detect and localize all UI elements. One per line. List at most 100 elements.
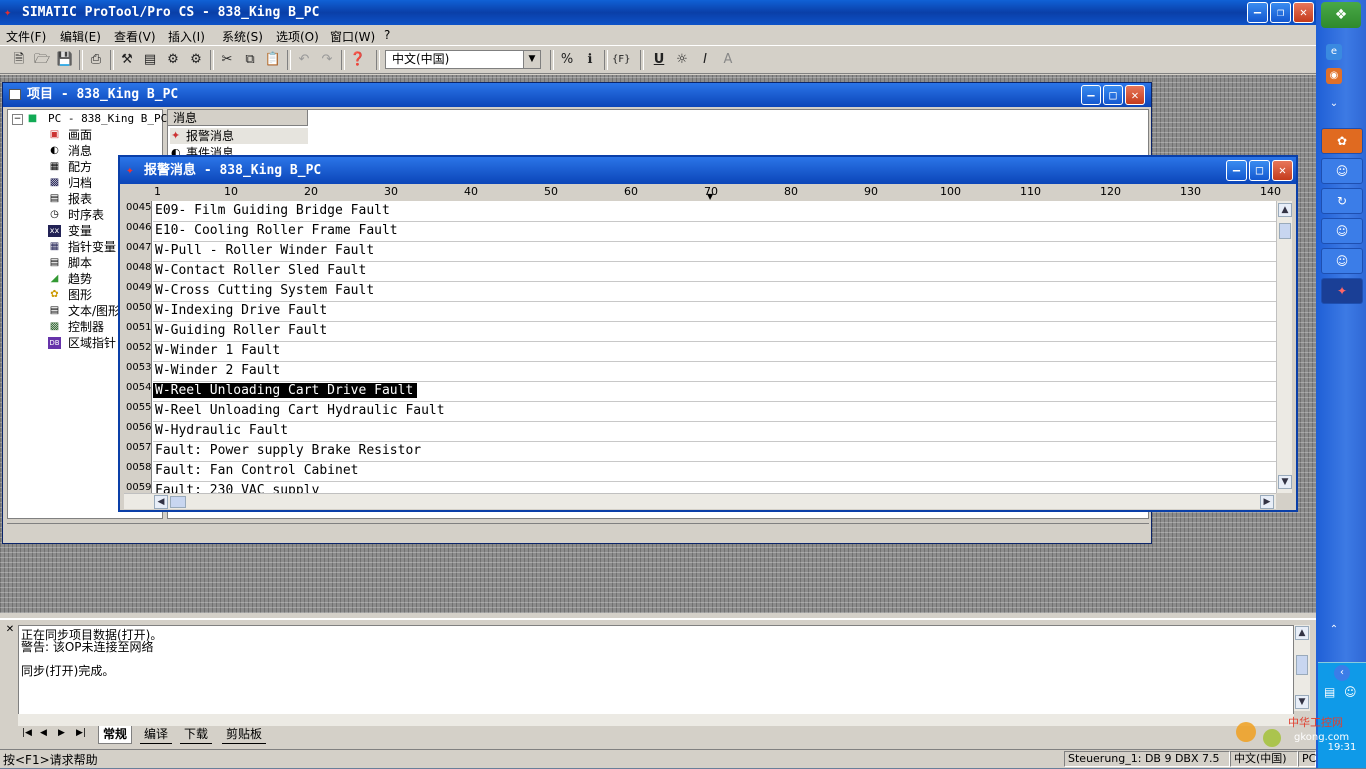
ie-icon[interactable]: e: [1326, 44, 1342, 60]
runtime-icon[interactable]: ⚙: [187, 51, 205, 69]
menu-system[interactable]: 系统(S): [222, 28, 263, 45]
alarm-row[interactable]: W-Indexing Drive Fault: [153, 301, 1276, 322]
task-button-app1[interactable]: ✿: [1321, 128, 1363, 154]
alarm-row[interactable]: Fault: Power supply Brake Resistor: [153, 441, 1276, 462]
language-select[interactable]: 中文(中国) ▼: [385, 50, 541, 69]
print-icon[interactable]: ⎙: [87, 51, 105, 69]
scroll-up-icon[interactable]: ▲: [1278, 203, 1292, 217]
save-icon[interactable]: 💾: [56, 51, 74, 69]
tab-next-icon[interactable]: ▶: [58, 728, 65, 738]
alarm-row[interactable]: W-Winder 1 Fault: [153, 341, 1276, 362]
alarm-vertical-scrollbar[interactable]: ▲ ▼: [1276, 201, 1292, 493]
alarm-horizontal-scrollbar[interactable]: ◀ ▶: [124, 493, 1276, 509]
alarm-row[interactable]: W-Hydraulic Fault: [153, 421, 1276, 442]
tab-prev-icon[interactable]: ◀: [40, 728, 47, 738]
tray-collapse-icon[interactable]: ‹: [1334, 665, 1350, 681]
ruler-tick-label: 120: [1100, 185, 1121, 198]
tab-download[interactable]: 下载: [180, 726, 213, 744]
project-window-title-bar[interactable]: 项目 - 838_King B_PC – □ ✕: [3, 83, 1151, 107]
tab-clipboard[interactable]: 剪贴板: [222, 726, 267, 744]
chevron-down-icon[interactable]: ▼: [523, 51, 540, 68]
menu-view[interactable]: 查看(V): [114, 28, 156, 45]
tab-first-icon[interactable]: |◀: [22, 728, 32, 738]
percent-icon[interactable]: %: [558, 51, 576, 69]
field-icon[interactable]: {F}: [612, 51, 630, 69]
download-icon[interactable]: ▤: [141, 51, 159, 69]
compile-icon[interactable]: ⚒: [118, 51, 136, 69]
close-icon[interactable]: ✕: [4, 624, 16, 636]
chevron-up-icon[interactable]: ⌃: [1326, 622, 1342, 638]
alarm-maximize-button[interactable]: □: [1249, 160, 1270, 181]
context-help-icon[interactable]: ❓: [349, 51, 367, 69]
alarm-row[interactable]: W-Winder 2 Fault: [153, 361, 1276, 382]
open-folder-icon[interactable]: 🗁: [33, 51, 51, 69]
paste-icon[interactable]: 📋: [264, 51, 282, 69]
simulate-icon[interactable]: ⚙: [164, 51, 182, 69]
project-close-button[interactable]: ✕: [1125, 85, 1145, 105]
firefox-icon[interactable]: ◉: [1326, 68, 1342, 84]
alarm-row[interactable]: W-Cross Cutting System Fault: [153, 281, 1276, 302]
scroll-thumb[interactable]: [1296, 655, 1308, 675]
alarm-row[interactable]: W-Contact Roller Sled Fault: [153, 261, 1276, 282]
collapse-icon[interactable]: −: [12, 114, 23, 125]
tab-compile[interactable]: 编译: [140, 726, 173, 744]
scroll-down-icon[interactable]: ▼: [1295, 695, 1309, 709]
info-icon[interactable]: ℹ: [581, 51, 599, 69]
new-file-icon[interactable]: 🗎: [10, 51, 28, 69]
qq-tray-icon[interactable]: ☺: [1344, 685, 1357, 699]
menu-edit[interactable]: 编辑(E): [60, 28, 101, 45]
task-button-app5[interactable]: ☺: [1321, 248, 1363, 274]
menu-insert[interactable]: 插入(I): [168, 28, 205, 45]
copy-icon[interactable]: ⧉: [241, 51, 259, 69]
scroll-right-icon[interactable]: ▶: [1260, 495, 1274, 509]
italic-icon[interactable]: I: [696, 51, 714, 69]
menu-window[interactable]: 窗口(W): [330, 28, 375, 45]
close-button[interactable]: ✕: [1293, 2, 1314, 23]
alarm-minimize-button[interactable]: –: [1226, 160, 1247, 181]
alarm-window-title-bar[interactable]: ✦ 报警消息 - 838_King B_PC – □ ✕: [120, 157, 1296, 184]
scroll-down-icon[interactable]: ▼: [1278, 475, 1292, 489]
list-item-alarm-messages[interactable]: ✦ 报警消息: [170, 128, 308, 144]
alarm-row[interactable]: E10- Cooling Roller Frame Fault: [153, 221, 1276, 242]
cut-icon[interactable]: ✂: [218, 51, 236, 69]
font-size-icon[interactable]: A: [719, 51, 737, 69]
menu-file[interactable]: 文件(F): [6, 28, 46, 45]
scroll-thumb[interactable]: [1279, 223, 1291, 239]
ruler-cursor-marker-icon[interactable]: ▼: [707, 192, 713, 201]
restore-button[interactable]: ❐: [1270, 2, 1291, 23]
undo-icon[interactable]: ↶: [295, 51, 313, 69]
alarm-row[interactable]: E09- Film Guiding Bridge Fault: [153, 201, 1276, 222]
hscroll-thumb[interactable]: [170, 496, 186, 508]
network-icon[interactable]: ▤: [1324, 685, 1335, 699]
minimize-button[interactable]: –: [1247, 2, 1268, 23]
alarm-row[interactable]: W-Pull - Roller Winder Fault: [153, 241, 1276, 262]
menu-options[interactable]: 选项(O): [276, 28, 319, 45]
alarm-row[interactable]: W-Reel Unloading Cart Hydraulic Fault: [153, 401, 1276, 422]
project-minimize-button[interactable]: –: [1081, 85, 1101, 105]
alarm-row[interactable]: Fault: Fan Control Cabinet: [153, 461, 1276, 482]
tab-general[interactable]: 常规: [98, 726, 133, 744]
alarm-row[interactable]: Fault: 230 VAC supply: [153, 481, 1276, 493]
list-column-header[interactable]: 消息: [168, 110, 308, 126]
alarm-close-button[interactable]: ✕: [1272, 160, 1293, 181]
task-button-app4[interactable]: ☺: [1321, 218, 1363, 244]
redo-icon[interactable]: ↷: [318, 51, 336, 69]
alarm-row[interactable]: W-Guiding Roller Fault: [153, 321, 1276, 342]
tray-clock[interactable]: 19:31: [1320, 742, 1364, 756]
task-button-protool[interactable]: ✦: [1321, 278, 1363, 304]
output-vertical-scrollbar[interactable]: ▲ ▼: [1294, 625, 1310, 711]
task-button-app3[interactable]: ↻: [1321, 188, 1363, 214]
scroll-up-icon[interactable]: ▲: [1295, 626, 1309, 640]
output-horizontal-scrollbar[interactable]: [18, 714, 1294, 726]
app-title-bar[interactable]: ✦ SIMATIC ProTool/Pro CS - 838_King B_PC…: [0, 0, 1316, 25]
scroll-left-icon[interactable]: ◀: [154, 495, 168, 509]
flash-icon[interactable]: ☼: [673, 51, 691, 69]
alarm-row[interactable]: W-Reel Unloading Cart Drive Fault: [153, 381, 1276, 402]
menu-help[interactable]: ?: [384, 28, 390, 42]
start-button[interactable]: ❖: [1321, 2, 1361, 28]
task-button-app2[interactable]: ☺: [1321, 158, 1363, 184]
project-maximize-button[interactable]: □: [1103, 85, 1123, 105]
chevron-down-icon[interactable]: ⌄: [1326, 96, 1342, 112]
tab-last-icon[interactable]: ▶|: [76, 728, 86, 738]
underline-icon[interactable]: U: [650, 51, 668, 69]
